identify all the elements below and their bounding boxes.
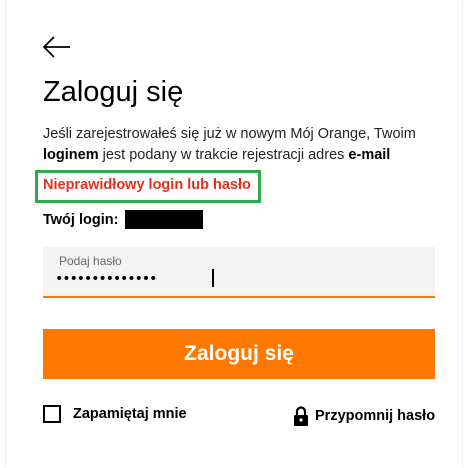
info-text-part1: Jeśli zarejestrowałeś się już w nowym Mó…: [43, 126, 416, 142]
arrow-left-icon: [42, 36, 70, 58]
password-field-label: Podaj hasło: [59, 254, 122, 268]
login-info-text: Jeśli zarejestrowałeś się już w nowym Mó…: [43, 124, 438, 166]
remember-me-label: Zapamiętaj mnie: [73, 406, 187, 422]
info-text-login-bold: loginem: [43, 147, 99, 163]
login-panel: [6, 0, 462, 468]
checkbox-box[interactable]: [43, 405, 61, 423]
remember-me-checkbox[interactable]: Zapamiętaj mnie: [43, 405, 187, 423]
lock-icon: [293, 405, 309, 427]
info-text-email-bold: e-mail: [348, 147, 391, 163]
password-field[interactable]: Podaj hasło: [43, 247, 435, 298]
back-button[interactable]: [42, 34, 72, 60]
forgot-password-label: Przypomnij hasło: [315, 408, 436, 424]
login-label: Twój login:: [43, 212, 119, 228]
forgot-password-link[interactable]: Przypomnij hasło: [293, 405, 435, 427]
text-caret: [212, 269, 214, 287]
info-text-part2: jest podany w trakcie rejestracji adres: [98, 147, 349, 163]
error-message: Nieprawidłowy login lub hasło: [43, 177, 251, 193]
password-input[interactable]: [55, 267, 415, 291]
page-title: Zaloguj się: [43, 76, 184, 108]
login-submit-button[interactable]: Zaloguj się: [43, 329, 435, 379]
login-value-redacted: [125, 210, 203, 229]
